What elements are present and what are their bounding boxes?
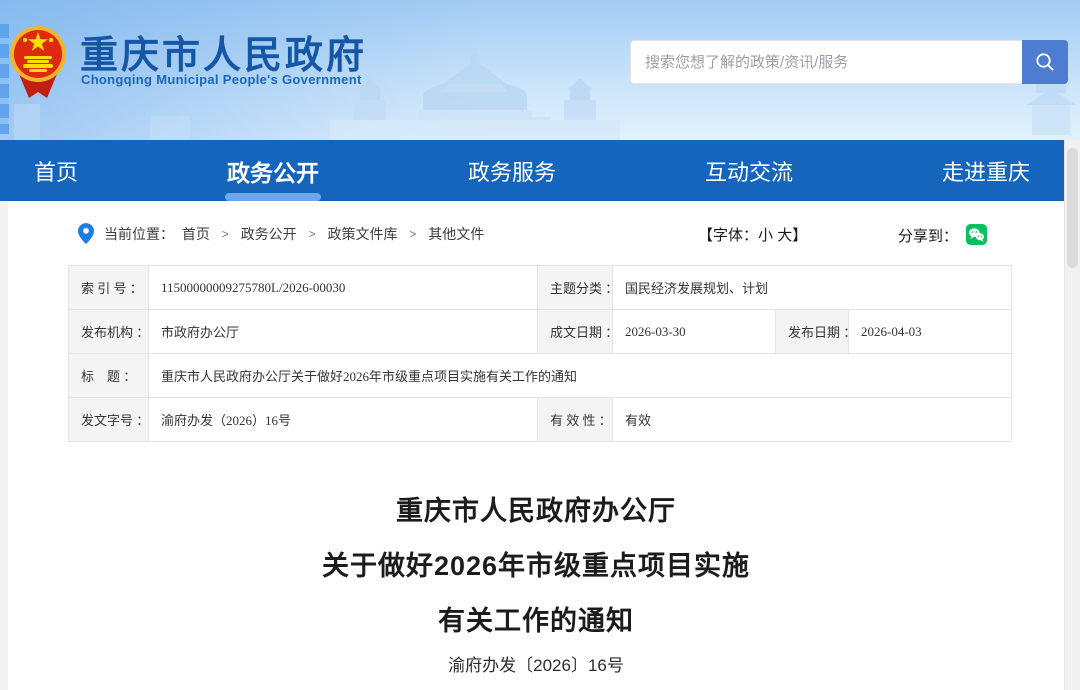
breadcrumb-link-home[interactable]: 首页 [182, 226, 210, 242]
scrollbar-thumb[interactable] [1067, 148, 1078, 268]
topic-category-value: 国民经济发展规划、计划 [613, 266, 1012, 310]
document-meta-table: 索 引 号 ： 11500000009275780L/2026-00030 主题… [68, 265, 1012, 442]
topic-category-label: 主题分类 ： [538, 266, 613, 310]
search-box [630, 40, 1068, 84]
city-block-decoration [150, 116, 190, 140]
city-skyline-decoration [0, 24, 9, 134]
title-value: 重庆市人民政府办公厅关于做好2026年市级重点项目实施有关工作的通知 [149, 354, 1012, 398]
search-input[interactable] [630, 40, 1022, 84]
nav-item-government-services[interactable]: 政务服务 [468, 140, 556, 201]
written-date-value: 2026-03-30 [613, 310, 776, 354]
breadcrumb-label: 当前位置： [104, 226, 174, 242]
app-header: 重庆市人民政府 Chongqing Municipal People's Gov… [0, 0, 1080, 140]
doc-number-value: 渝府办发（2026）16号 [149, 398, 538, 442]
issuing-agency-value: 市政府办公厅 [149, 310, 538, 354]
wechat-icon[interactable] [966, 224, 987, 245]
main-nav: 首页 政务公开 政务服务 互动交流 走进重庆 [0, 140, 1064, 201]
written-date-label: 成文日期 ： [538, 310, 613, 354]
great-hall-watermark [330, 22, 620, 140]
scrollbar[interactable] [1064, 140, 1080, 690]
doc-number-label: 发文字号 ： [69, 398, 149, 442]
breadcrumb-link-disclosure[interactable]: 政务公开 [241, 226, 297, 242]
index-number-value: 11500000009275780L/2026-00030 [149, 266, 538, 310]
search-button[interactable] [1022, 40, 1068, 84]
table-row: 索 引 号 ： 11500000009275780L/2026-00030 主题… [69, 266, 1012, 310]
breadcrumb-current-other-documents[interactable]: 其他文件 [428, 226, 484, 242]
share-label: 分享到： [898, 228, 958, 245]
breadcrumb-link-policy-library[interactable]: 政策文件库 [327, 226, 397, 242]
table-row: 发布机构 ： 市政府办公厅 成文日期 ： 2026-03-30 发布日期 ： 2… [69, 310, 1012, 354]
document-title-line-3: 有关工作的通知 [8, 599, 1064, 638]
document-title-line-1: 重庆市人民政府办公厅 [8, 489, 1064, 528]
nav-item-government-affairs-disclosure[interactable]: 政务公开 [227, 140, 319, 201]
font-control-open: 【字体： [698, 227, 758, 244]
main-content: 当前位置： 首页 > 政务公开 > 政策文件库 > 其他文件 【字体：小 大】 … [8, 201, 1064, 690]
publish-date-label: 发布日期 ： [776, 310, 849, 354]
table-row: 标 题 ： 重庆市人民政府办公厅关于做好2026年市级重点项目实施有关工作的通知 [69, 354, 1012, 398]
title-label: 标 题 ： [69, 354, 149, 398]
font-size-control: 【字体：小 大】 [698, 224, 807, 245]
document-number: 渝府办发〔2026〕16号 [8, 651, 1064, 676]
search-icon [1034, 51, 1056, 73]
font-smaller-button[interactable]: 小 [758, 227, 773, 244]
table-row: 发文字号 ： 渝府办发（2026）16号 有 效 性 ： 有效 [69, 398, 1012, 442]
breadcrumb-separator: > [409, 227, 416, 241]
nav-item-about-chongqing[interactable]: 走进重庆 [942, 140, 1030, 201]
issuing-agency-label: 发布机构 ： [69, 310, 149, 354]
breadcrumb: 当前位置： 首页 > 政务公开 > 政策文件库 > 其他文件 [104, 224, 484, 244]
breadcrumb-separator: > [222, 227, 229, 241]
site-title: 重庆市人民政府 [80, 24, 367, 79]
nav-item-interaction[interactable]: 互动交流 [705, 140, 793, 201]
document-title-line-2: 关于做好2026年市级重点项目实施 [8, 544, 1064, 583]
site-subtitle: Chongqing Municipal People's Government [81, 72, 362, 87]
index-number-label: 索 引 号 ： [69, 266, 149, 310]
breadcrumb-row: 当前位置： 首页 > 政务公开 > 政策文件库 > 其他文件 【字体：小 大】 … [8, 221, 1064, 247]
share-control: 分享到： [898, 224, 987, 246]
font-larger-button[interactable]: 大 [777, 227, 792, 244]
nav-item-home[interactable]: 首页 [34, 140, 78, 201]
publish-date-value: 2026-04-03 [849, 310, 1012, 354]
font-control-close: 】 [792, 227, 807, 244]
validity-value: 有效 [613, 398, 1012, 442]
location-pin-icon [78, 223, 94, 244]
validity-label: 有 效 性 ： [538, 398, 613, 442]
breadcrumb-separator: > [309, 227, 316, 241]
national-emblem-icon [9, 14, 67, 110]
